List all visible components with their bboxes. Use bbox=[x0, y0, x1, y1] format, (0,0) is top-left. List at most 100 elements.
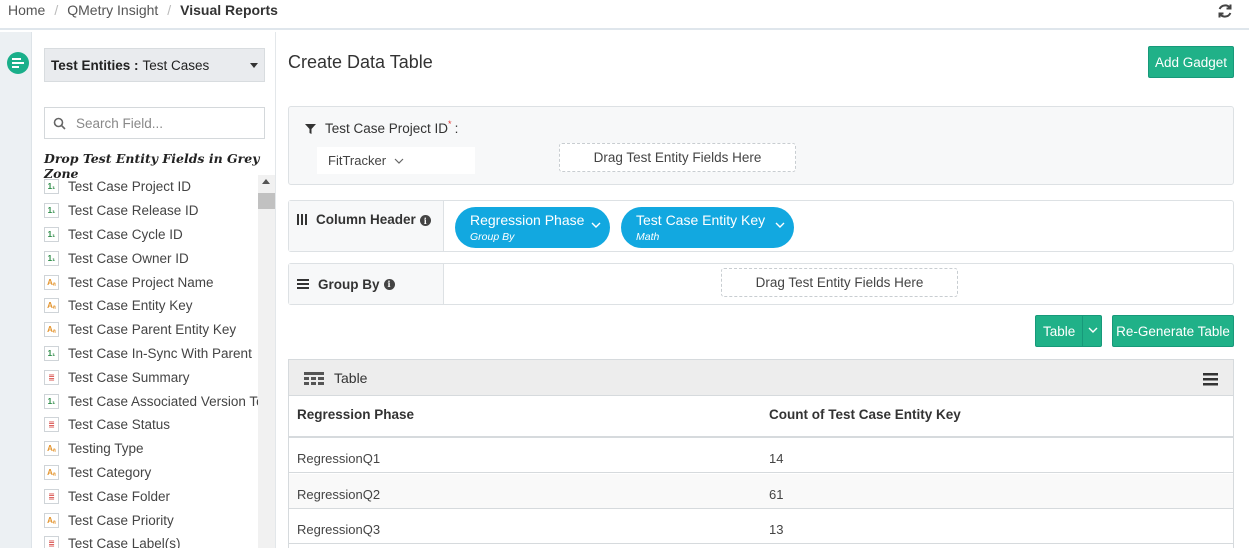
numeric-field-icon: 1₁ bbox=[44, 345, 59, 361]
numeric-field-icon: 1₁ bbox=[44, 226, 59, 242]
menu-icon[interactable] bbox=[1203, 373, 1218, 386]
field-panel: Test Entities : Test Cases Drop Test Ent… bbox=[32, 32, 276, 548]
breadcrumb-separator: / bbox=[167, 2, 172, 18]
test-entities-select[interactable]: Test Entities : Test Cases bbox=[44, 48, 265, 82]
table-row[interactable]: RegressionQ1 14 bbox=[289, 438, 1233, 473]
table-row[interactable]: RegressionQ2 61 bbox=[289, 473, 1233, 509]
field-item[interactable]: Aₐ Test Case Priority bbox=[44, 508, 258, 532]
column-pill-regression-phase[interactable]: Regression Phase Group By bbox=[455, 207, 610, 248]
filter-drop-zone[interactable]: Drag Test Entity Fields Here bbox=[559, 143, 796, 172]
button-divider bbox=[1082, 316, 1083, 346]
table-row[interactable]: RegressionQ3 13 bbox=[289, 509, 1233, 544]
field-item[interactable]: ≣ Test Case Summary bbox=[44, 365, 258, 389]
column-header-count[interactable]: Count of Test Case Entity Key bbox=[769, 407, 961, 422]
field-item[interactable]: 1₁ Test Case Owner ID bbox=[44, 246, 258, 270]
filter-colon: : bbox=[454, 121, 459, 136]
info-icon[interactable]: i bbox=[419, 215, 431, 226]
project-filter-select[interactable]: FitTracker bbox=[317, 147, 475, 174]
group-by-drop-zone[interactable]: Drag Test Entity Fields Here bbox=[721, 268, 958, 297]
field-item[interactable]: 1₁ Test Case Project ID bbox=[44, 175, 258, 199]
list-icon bbox=[12, 58, 24, 68]
list-field-icon: ≣ bbox=[44, 536, 59, 548]
field-item[interactable]: ≣ Test Case Label(s) bbox=[44, 532, 258, 548]
field-item[interactable]: ≣ Test Case Status bbox=[44, 413, 258, 437]
field-item[interactable]: 1₁ Test Case Associated Version To bbox=[44, 389, 258, 413]
text-field-icon: Aₐ bbox=[44, 441, 59, 457]
pill-subtitle: Group By bbox=[470, 231, 515, 243]
cell-count: 13 bbox=[769, 522, 784, 537]
field-item[interactable]: ≣ Test Case Folder bbox=[44, 484, 258, 508]
info-icon[interactable]: i bbox=[383, 278, 395, 290]
pill-title: Regression Phase bbox=[470, 212, 585, 228]
top-bar: Home / QMetry Insight / Visual Reports bbox=[0, 0, 1249, 30]
list-field-icon: ≣ bbox=[44, 417, 59, 433]
refresh-icon[interactable] bbox=[1217, 3, 1233, 19]
text-field-icon: Aₐ bbox=[44, 298, 59, 314]
scroll-thumb[interactable] bbox=[258, 193, 275, 209]
field-item[interactable]: Aₐ Test Category bbox=[44, 461, 258, 485]
field-label: Test Case Project ID bbox=[68, 179, 192, 195]
pill-title: Test Case Entity Key bbox=[636, 212, 766, 228]
field-label: Test Case Cycle ID bbox=[68, 226, 183, 242]
project-filter-value: FitTracker bbox=[328, 153, 387, 168]
field-item[interactable]: 1₁ Test Case Release ID bbox=[44, 199, 258, 223]
field-label: Test Case Owner ID bbox=[68, 250, 189, 266]
field-list: 1₁ Test Case Project ID 1₁ Test Case Releas… bbox=[44, 175, 258, 548]
field-item[interactable]: Aₐ Testing Type bbox=[44, 437, 258, 461]
column-pill-test-case-entity-key[interactable]: Test Case Entity Key Math bbox=[621, 207, 794, 248]
field-item[interactable]: Aₐ Test Case Project Name bbox=[44, 270, 258, 294]
pill-subtitle: Math bbox=[636, 231, 660, 243]
table-type-button[interactable]: Table bbox=[1035, 315, 1102, 347]
text-field-icon: Aₐ bbox=[44, 464, 59, 480]
field-label: Test Case In-Sync With Parent bbox=[68, 345, 252, 361]
search-input[interactable] bbox=[76, 115, 246, 131]
field-label: Test Category bbox=[68, 464, 152, 480]
field-label: Test Case Status bbox=[68, 417, 171, 433]
field-list-toggle-button[interactable] bbox=[7, 52, 29, 74]
field-item[interactable]: 1₁ Test Case Cycle ID bbox=[44, 223, 258, 247]
field-list-scrollbar[interactable] bbox=[258, 175, 275, 548]
chevron-down-icon[interactable] bbox=[775, 222, 785, 228]
field-label: Test Case Associated Version To bbox=[68, 393, 258, 409]
add-gadget-button[interactable]: Add Gadget bbox=[1148, 46, 1234, 78]
test-entities-label: Test Entities : bbox=[51, 57, 139, 73]
field-item[interactable]: Aₐ Test Case Parent Entity Key bbox=[44, 318, 258, 342]
field-label: Test Case Entity Key bbox=[68, 298, 193, 314]
group-by-text: Group By bbox=[318, 276, 380, 292]
search-field-box[interactable] bbox=[44, 107, 265, 139]
list-field-icon: ≣ bbox=[44, 488, 59, 504]
chevron-down-icon[interactable] bbox=[1088, 327, 1098, 333]
cell-regression-phase: RegressionQ2 bbox=[297, 486, 381, 502]
field-label: Test Case Summary bbox=[68, 369, 190, 385]
list-field-icon: ≣ bbox=[44, 369, 59, 385]
scroll-up-arrow-icon[interactable] bbox=[262, 179, 270, 184]
table-panel-header: Table bbox=[289, 360, 1233, 396]
field-label: Test Case Parent Entity Key bbox=[68, 322, 237, 338]
cell-regression-phase: RegressionQ3 bbox=[297, 522, 381, 537]
group-by-zone: Group By i Drag Test Entity Fields Here bbox=[288, 263, 1234, 305]
numeric-field-icon: 1₁ bbox=[44, 393, 59, 409]
regenerate-table-button[interactable]: Re-Generate Table bbox=[1112, 315, 1234, 347]
cell-count: 61 bbox=[769, 486, 784, 502]
caret-down-icon bbox=[250, 63, 258, 68]
filter-label: Test Case Project ID * : bbox=[305, 119, 459, 136]
field-label: Test Case Release ID bbox=[68, 203, 199, 219]
text-field-icon: Aₐ bbox=[44, 512, 59, 528]
field-label: Testing Type bbox=[68, 441, 144, 457]
numeric-field-icon: 1₁ bbox=[44, 179, 59, 195]
chevron-down-icon[interactable] bbox=[591, 222, 601, 228]
field-label: Test Case Project Name bbox=[68, 274, 214, 290]
table-icon bbox=[304, 372, 324, 385]
column-header-text: Column Header bbox=[316, 212, 416, 227]
table-panel-title: Table bbox=[334, 370, 368, 386]
field-item[interactable]: Aₐ Test Case Entity Key bbox=[44, 294, 258, 318]
cell-regression-phase: RegressionQ1 bbox=[297, 451, 381, 466]
text-field-icon: Aₐ bbox=[44, 322, 59, 338]
breadcrumb-qmetry-insight[interactable]: QMetry Insight bbox=[67, 2, 158, 18]
column-header-regression-phase[interactable]: Regression Phase bbox=[297, 407, 414, 422]
field-item[interactable]: 1₁ Test Case In-Sync With Parent bbox=[44, 342, 258, 366]
breadcrumb-home[interactable]: Home bbox=[8, 2, 45, 18]
cell-count: 14 bbox=[769, 451, 784, 466]
field-label: Test Case Label(s) bbox=[68, 536, 181, 548]
breadcrumb-separator: / bbox=[54, 2, 59, 18]
